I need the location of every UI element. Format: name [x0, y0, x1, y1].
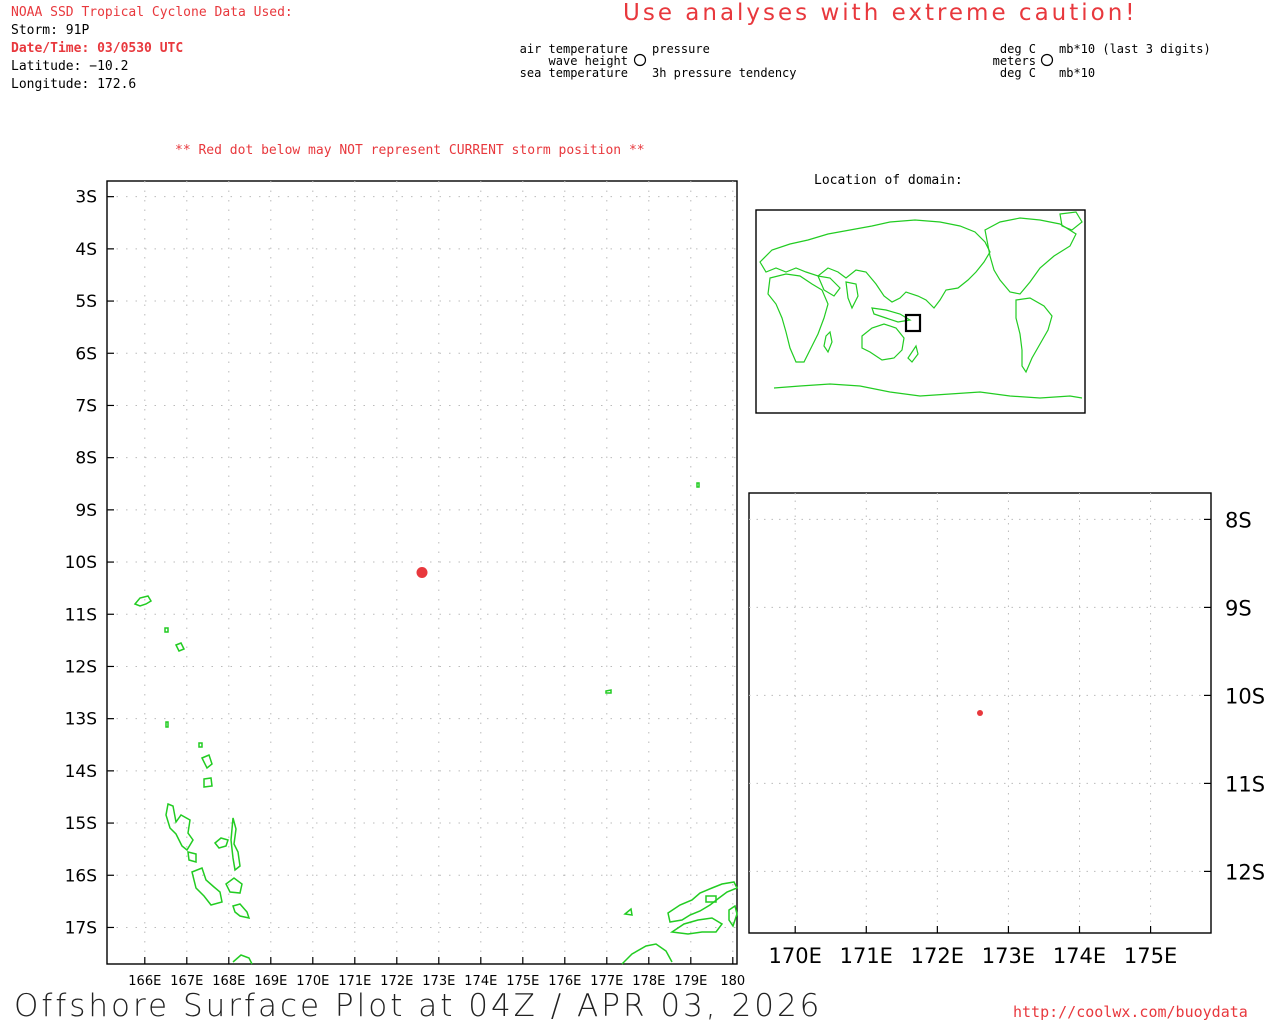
- zoom-lat-labels: 8S 9S 10S 11S 12S: [1225, 508, 1265, 884]
- zoom-lat-label: 9S: [1225, 596, 1252, 620]
- zoom-lon-label: 173E: [982, 944, 1035, 968]
- zoom-lat-label: 10S: [1225, 684, 1265, 708]
- zoom-map: 8S 9S 10S 11S 12S 170E 171E 172E 173E 174E 175E: [748, 492, 1265, 968]
- source-url-link[interactable]: http://coolwx.com/buoydata: [1013, 1003, 1248, 1021]
- zoom-lon-labels: 170E 171E 172E 173E 174E 175E: [769, 944, 1178, 968]
- zoom-lon-label: 171E: [840, 944, 893, 968]
- zoom-lon-label: 172E: [911, 944, 964, 968]
- plot-title: Offshore Surface Plot at 04Z / APR 03, 2…: [14, 988, 823, 1024]
- zoom-lat-label: 11S: [1225, 772, 1265, 796]
- zoom-lon-label: 175E: [1124, 944, 1177, 968]
- zoom-lat-label: 12S: [1225, 860, 1265, 884]
- zoom-lon-label: 170E: [769, 944, 822, 968]
- zoom-lat-label: 8S: [1225, 508, 1252, 532]
- zoom-lon-label: 174E: [1053, 944, 1106, 968]
- zoom-storm-position-marker: [977, 710, 983, 716]
